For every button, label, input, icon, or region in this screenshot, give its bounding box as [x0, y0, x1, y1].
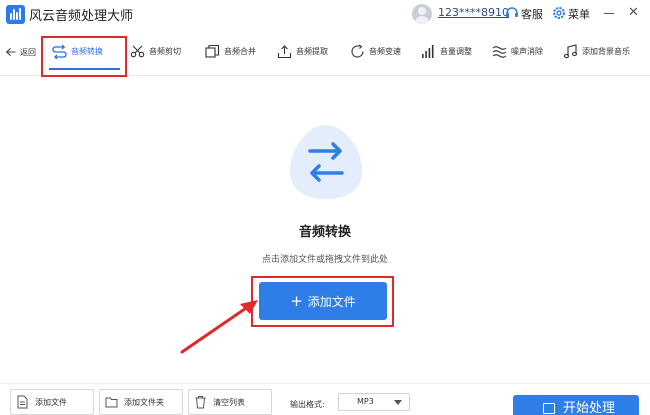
pointer-arrow-annotation: [180, 300, 258, 354]
tab-label: 添加背景音乐: [582, 46, 630, 56]
main-title: 音频转换: [298, 225, 351, 240]
volume-bars-icon: [422, 44, 434, 58]
play-icon: [543, 403, 555, 414]
tab-add-bgm[interactable]: 添加背景音乐: [563, 40, 630, 62]
bottom-add-file-label: 添加文件: [35, 397, 67, 407]
tab-volume-adjust[interactable]: 音量调整: [421, 40, 472, 62]
tab-label: 音频变速: [369, 46, 401, 56]
add-folder-button[interactable]: 添加文件夹: [99, 389, 183, 415]
music-note-icon: [563, 43, 578, 58]
chevron-down-icon: [394, 400, 402, 405]
title-bar: 风云音频处理大师 123****8910 客服 菜单 ✕: [0, 0, 650, 28]
tab-audio-merge[interactable]: 音频合并: [205, 40, 256, 62]
output-format-label: 输出格式:: [290, 400, 325, 409]
folder-icon: [105, 397, 118, 408]
tab-audio-speed[interactable]: 音频变速: [350, 40, 401, 62]
tab-label: 音频合并: [224, 46, 256, 56]
highlight-box-tab: [41, 36, 127, 77]
tab-audio-extract[interactable]: 音频提取: [277, 40, 328, 62]
add-folder-label: 添加文件夹: [124, 397, 164, 407]
trash-icon: [195, 396, 206, 409]
noise-wave-icon: [492, 45, 507, 58]
clear-list-label: 清空列表: [213, 397, 245, 407]
scissors-icon: [130, 45, 145, 57]
close-button[interactable]: ✕: [628, 6, 639, 20]
app-logo-icon: [6, 5, 25, 24]
avatar[interactable]: [412, 4, 432, 24]
back-label: 返回: [20, 47, 36, 57]
customer-service-button[interactable]: 客服: [521, 6, 543, 22]
drop-hint: 点击添加文件或拖拽文件到此处: [261, 255, 388, 265]
start-processing-button[interactable]: 开始处理: [513, 395, 639, 415]
tab-noise-removal[interactable]: 噪声消除: [492, 40, 543, 62]
gear-icon[interactable]: [552, 6, 566, 20]
tab-label: 噪声消除: [511, 46, 543, 56]
menu-button[interactable]: 菜单: [568, 6, 590, 22]
bottom-add-file-button[interactable]: 添加文件: [10, 389, 94, 415]
headset-icon[interactable]: [505, 6, 519, 20]
file-icon: [17, 395, 28, 409]
output-format-value: MP3: [357, 397, 374, 406]
tab-audio-cut[interactable]: 音频剪切: [130, 40, 181, 62]
plus-icon: +: [290, 291, 303, 310]
user-id-link[interactable]: 123****8910: [438, 6, 509, 19]
speed-icon: [351, 44, 364, 58]
tab-label: 音量调整: [440, 46, 472, 56]
audio-convert-illustration-icon: [289, 125, 363, 199]
back-button[interactable]: 返回: [5, 41, 36, 63]
extract-icon: [277, 44, 292, 58]
clear-list-button[interactable]: 清空列表: [188, 389, 272, 415]
tab-label: 音频剪切: [149, 46, 181, 56]
tab-label: 音频提取: [296, 46, 328, 56]
add-file-label: 添加文件: [307, 294, 356, 309]
output-format-select[interactable]: MP3: [338, 393, 410, 411]
back-arrow-icon: [5, 47, 16, 57]
minimize-button[interactable]: [604, 13, 614, 14]
add-file-button[interactable]: + 添加文件: [259, 282, 387, 320]
app-title: 风云音频处理大师: [29, 9, 134, 24]
merge-icon: [205, 44, 220, 58]
start-processing-label: 开始处理: [563, 400, 616, 415]
